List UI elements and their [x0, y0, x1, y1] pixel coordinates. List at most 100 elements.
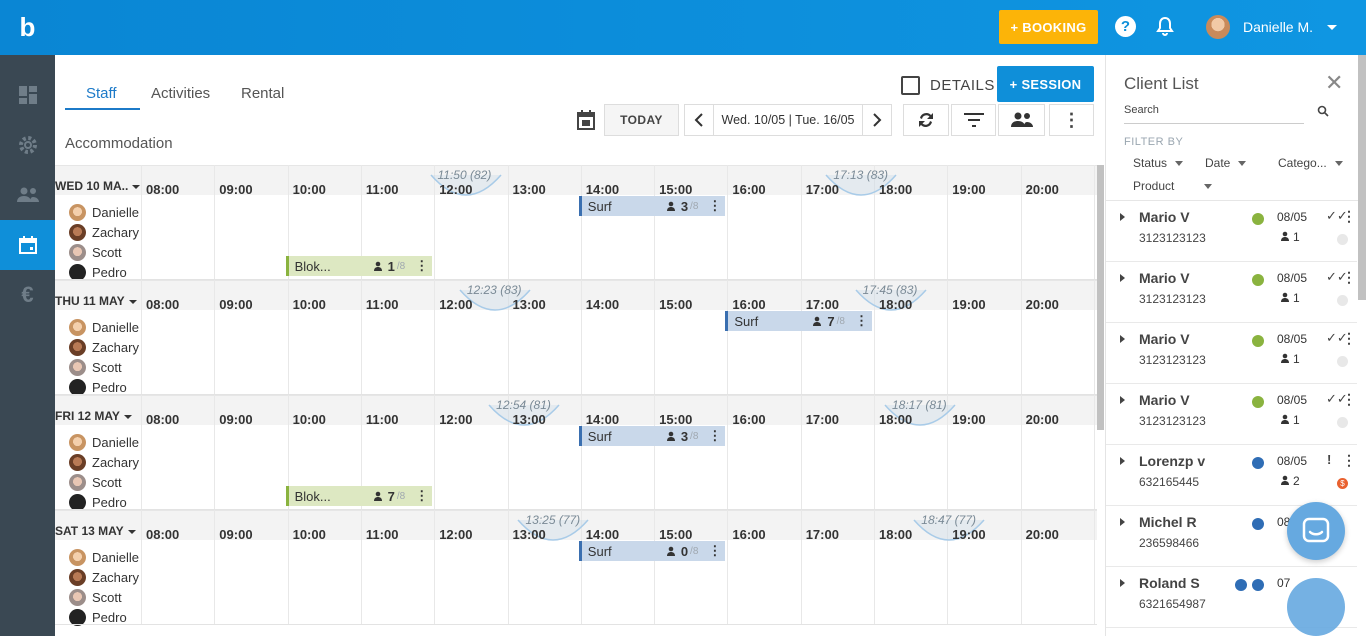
more-vertical-icon[interactable]: ⋮	[708, 198, 721, 214]
schedule-scrollbar[interactable]	[1097, 165, 1104, 430]
staff-name: Scott	[92, 590, 122, 605]
session-block-surf[interactable]: Surf 3/8 ⋮	[578, 196, 726, 216]
hour-gridline	[654, 395, 656, 510]
expand-arrow-icon[interactable]	[1120, 274, 1125, 282]
more-vertical-icon[interactable]: ⋮	[1342, 330, 1356, 347]
session-block-surf[interactable]: Surf 3/8 ⋮	[578, 426, 726, 446]
person-icon	[666, 201, 675, 211]
staff-filter-button[interactable]	[998, 104, 1045, 136]
date-range-label[interactable]: Wed. 10/05 | Tue. 16/05	[714, 104, 862, 136]
more-vertical-icon[interactable]: ⋮	[415, 488, 428, 504]
user-avatar[interactable]	[1206, 15, 1230, 39]
session-block-surf[interactable]: Surf 0/8 ⋮	[578, 541, 726, 561]
client-list-scrollbar[interactable]	[1358, 55, 1366, 300]
product-filter[interactable]: Product	[1133, 179, 1213, 193]
staff-row[interactable]: Scott	[69, 359, 122, 376]
search-icon[interactable]	[1317, 105, 1329, 117]
add-booking-button[interactable]: + BOOKING	[999, 10, 1098, 44]
status-filter[interactable]: Status	[1133, 156, 1184, 170]
more-vertical-icon[interactable]: ⋮	[708, 543, 721, 559]
bell-icon[interactable]	[1155, 16, 1175, 38]
date-filter[interactable]: Date	[1205, 156, 1247, 170]
previous-week-button[interactable]	[684, 104, 714, 136]
staff-row[interactable]: Scott	[69, 244, 122, 261]
more-vertical-icon[interactable]: ⋮	[1342, 208, 1356, 225]
hour-gridline	[1093, 510, 1095, 625]
staff-row[interactable]: Zachary	[69, 339, 139, 356]
more-options-button[interactable]: ⋮	[1049, 104, 1094, 136]
close-icon[interactable]: ✕	[1325, 70, 1343, 96]
staff-row[interactable]: Scott	[69, 589, 122, 606]
help-icon[interactable]: ?	[1115, 16, 1136, 37]
user-name[interactable]: Danielle M.	[1243, 19, 1313, 35]
filter-button[interactable]	[951, 104, 996, 136]
day-label[interactable]: WED 10 MA..	[55, 179, 141, 193]
hour-gridline	[727, 165, 729, 280]
session-block-surf[interactable]: Surf 7/8 ⋮	[725, 311, 872, 331]
date-picker-button[interactable]	[570, 104, 602, 136]
add-session-button[interactable]: + SESSION	[997, 66, 1094, 102]
sidebar-item-dashboard[interactable]	[0, 70, 55, 120]
person-icon	[813, 316, 822, 326]
sidebar-item-payments[interactable]: €	[0, 270, 55, 320]
sidebar-item-clients[interactable]	[0, 170, 55, 220]
sunset-label: 17:45 (83)	[862, 283, 918, 297]
expand-arrow-icon[interactable]	[1120, 335, 1125, 343]
hour-gridline	[654, 510, 656, 625]
tab-accommodation[interactable]: Accommodation	[65, 135, 173, 152]
expand-arrow-icon[interactable]	[1120, 518, 1125, 526]
expand-arrow-icon[interactable]	[1120, 579, 1125, 587]
details-checkbox[interactable]	[901, 76, 920, 95]
more-vertical-icon[interactable]: ⋮	[855, 313, 868, 329]
product-filter-label: Product	[1133, 179, 1175, 193]
staff-row[interactable]: Danielle	[69, 549, 139, 566]
people-icon	[1010, 112, 1033, 127]
hour-gridline	[434, 510, 436, 625]
chat-button[interactable]	[1287, 502, 1345, 560]
tab-activities[interactable]: Activities	[151, 85, 210, 102]
day-section: 12:54 (81) 18:17 (81) FRI 12 MAY 08:00 09:00…	[55, 395, 1097, 511]
refresh-button[interactable]	[903, 104, 949, 136]
staff-row[interactable]: Danielle	[69, 319, 139, 336]
staff-row[interactable]: Zachary	[69, 569, 139, 586]
more-vertical-icon[interactable]: ⋮	[1342, 452, 1356, 469]
staff-row[interactable]: Scott	[69, 474, 122, 491]
staff-row[interactable]: Zachary	[69, 224, 139, 241]
sidebar-item-calendar[interactable]	[0, 220, 55, 270]
app-logo[interactable]: b	[0, 0, 55, 55]
more-vertical-icon[interactable]: ⋮	[1342, 391, 1356, 408]
client-row[interactable]: Mario V 3123123123 08/05 1 ✓✓ ⋮	[1106, 262, 1357, 323]
sidebar-item-settings[interactable]	[0, 120, 55, 170]
expand-arrow-icon[interactable]	[1120, 457, 1125, 465]
chevron-down-icon[interactable]	[1327, 25, 1337, 30]
expand-arrow-icon[interactable]	[1120, 396, 1125, 404]
expand-arrow-icon[interactable]	[1120, 213, 1125, 221]
more-vertical-icon[interactable]: ⋮	[708, 428, 721, 444]
category-filter[interactable]: Catego...	[1278, 156, 1343, 170]
details-label[interactable]: DETAILS	[930, 77, 995, 94]
today-button[interactable]: TODAY	[604, 104, 679, 136]
client-row[interactable]: Mario V 3123123123 08/05 1 ✓✓ ⋮	[1106, 384, 1357, 445]
payment-status-icon: $	[1337, 478, 1348, 489]
chat-button-secondary[interactable]	[1287, 578, 1345, 636]
day-label[interactable]: FRI 12 MAY	[55, 409, 132, 423]
more-vertical-icon[interactable]: ⋮	[1342, 269, 1356, 286]
hour-gridline	[141, 395, 142, 510]
session-block-blok[interactable]: Blok... 7/8 ⋮	[285, 486, 433, 506]
more-vertical-icon[interactable]: ⋮	[415, 258, 428, 274]
staff-row[interactable]: Zachary	[69, 454, 139, 471]
client-row[interactable]: Mario V 3123123123 08/05 1 ✓✓ ⋮	[1106, 201, 1357, 262]
staff-row[interactable]: Danielle	[69, 204, 139, 221]
client-row[interactable]: Mario V 3123123123 08/05 1 ✓✓ ⋮	[1106, 323, 1357, 384]
day-label[interactable]: SAT 13 MAY	[55, 524, 136, 538]
tab-rental[interactable]: Rental	[241, 85, 284, 102]
day-label[interactable]: THU 11 MAY	[55, 294, 137, 308]
client-row[interactable]: Lorenzp v 632165445 08/05 2! ⋮ $	[1106, 445, 1357, 506]
chevron-right-icon	[873, 113, 882, 127]
client-search-input[interactable]: Search	[1124, 104, 1304, 124]
hour-gridline	[800, 165, 802, 280]
next-week-button[interactable]	[862, 104, 892, 136]
tab-staff[interactable]: Staff	[86, 85, 117, 102]
session-block-blok[interactable]: Blok... 1/8 ⋮	[285, 256, 433, 276]
staff-row[interactable]: Danielle	[69, 434, 139, 451]
